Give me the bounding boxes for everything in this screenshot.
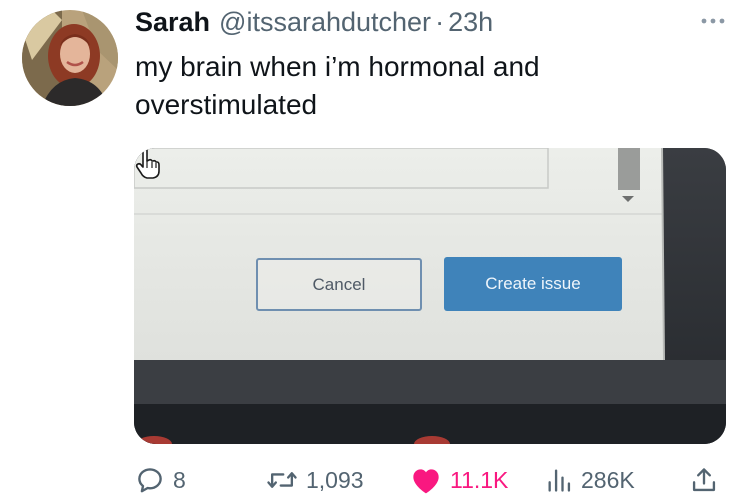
screen-photo [134, 148, 726, 444]
avatar[interactable] [22, 10, 118, 106]
share-button[interactable] [690, 460, 718, 500]
reply-icon [138, 468, 162, 493]
cancel-button-in-photo: Cancel [256, 258, 422, 311]
create-issue-button-in-photo: Create issue [444, 257, 622, 311]
tweet-header: Sarah @itssarahdutcher · 23h [135, 6, 493, 38]
more-horizontal-icon [701, 18, 725, 24]
tweet-text: my brain when i’m hormonal and overstimu… [135, 51, 540, 120]
views-icon [548, 469, 571, 492]
retweet-button[interactable]: 1,093 [266, 460, 364, 500]
author-handle[interactable]: @itssarahdutcher [219, 6, 431, 38]
share-icon [692, 468, 716, 492]
hand-pointer-icon [135, 148, 160, 179]
heart-icon [413, 469, 439, 494]
views-button[interactable]: 286K [545, 460, 635, 500]
tweet-media[interactable]: Cancel Create issue [134, 148, 726, 444]
like-count: 11.1K [450, 466, 509, 493]
like-button[interactable]: 11.1K [410, 460, 508, 500]
retweet-count: 1,093 [306, 466, 364, 493]
author-name[interactable]: Sarah [135, 6, 210, 38]
avatar-image [22, 10, 118, 106]
timestamp[interactable]: 23h [448, 6, 493, 38]
separator-dot: · [435, 7, 445, 37]
retweet-icon [267, 472, 297, 488]
reply-count: 8 [173, 466, 186, 493]
views-count: 286K [581, 466, 635, 493]
reply-button[interactable]: 8 [135, 460, 186, 500]
more-options-button[interactable] [700, 14, 726, 26]
tweet-actions: 8 1,093 11.1K 286K [135, 460, 725, 500]
